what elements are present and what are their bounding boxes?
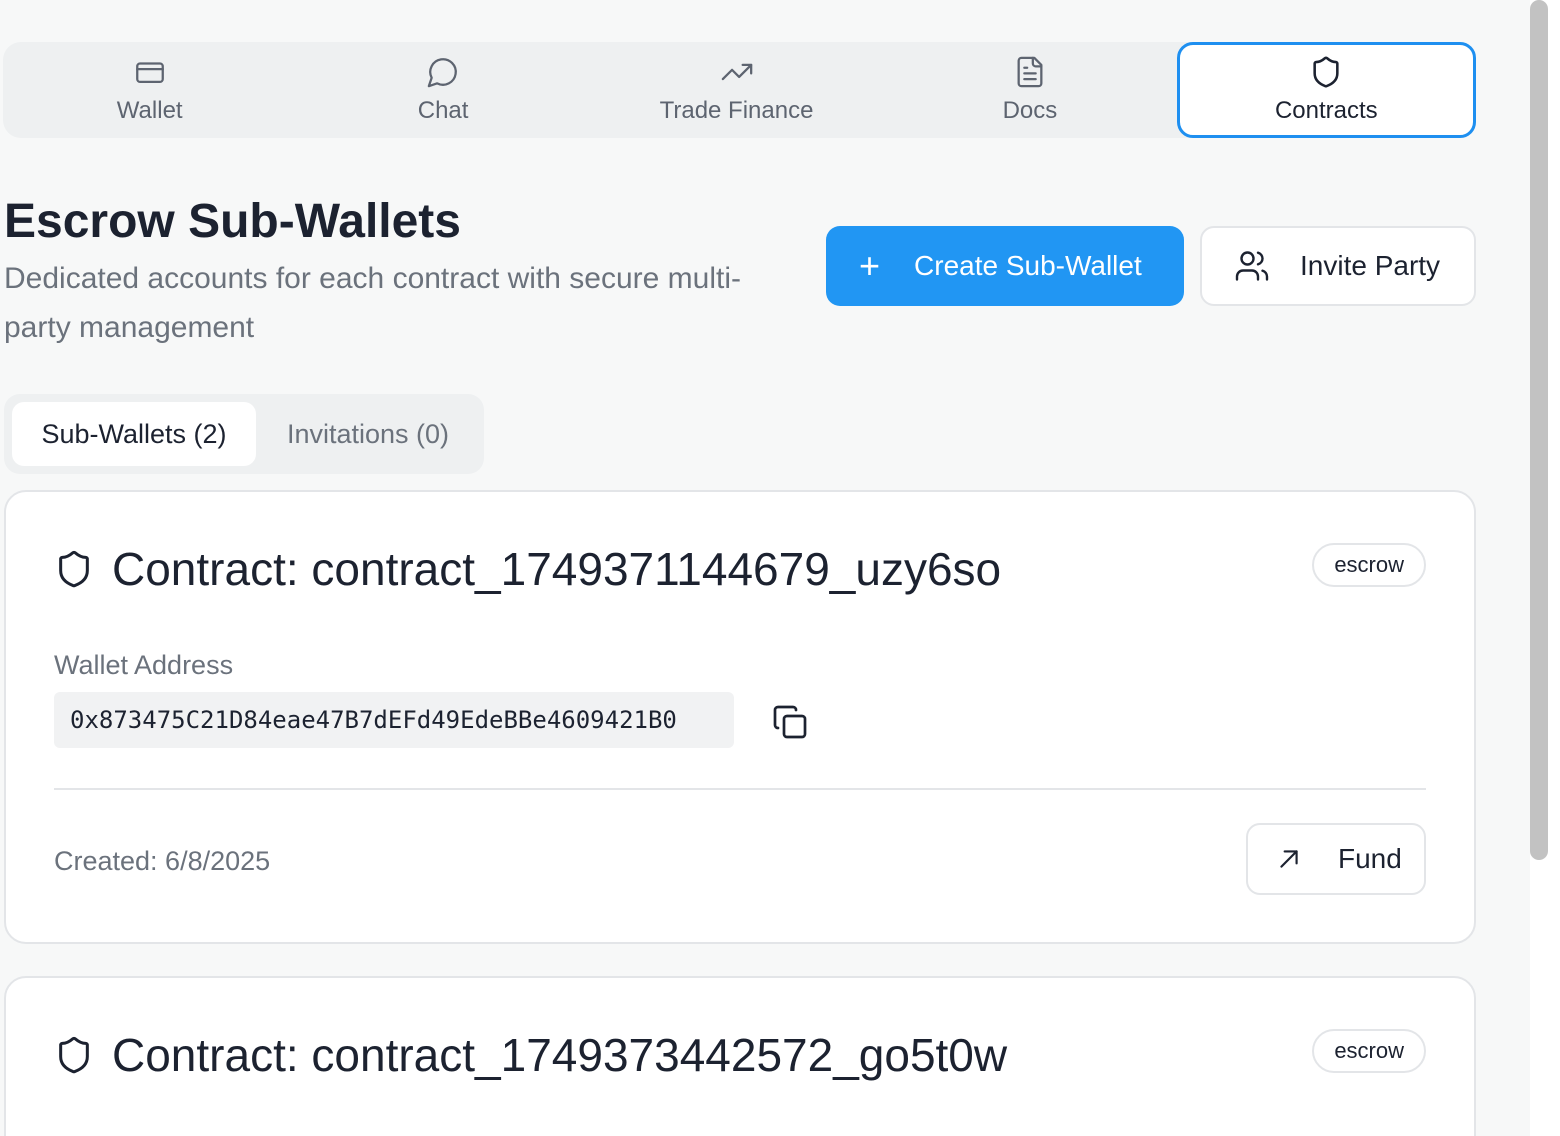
- tab-wallet-label: Wallet: [116, 97, 183, 124]
- page-title: Escrow Sub-Wallets: [4, 195, 461, 248]
- subtabs: Sub-Wallets (2) Invitations (0): [4, 394, 484, 474]
- card-title-text: Contract: contract_1749371144679_uzy6so: [112, 543, 1002, 595]
- divider: [54, 788, 1426, 790]
- wallet-address-label: Wallet Address: [54, 650, 234, 680]
- tab-docs[interactable]: Docs: [883, 42, 1176, 138]
- main-nav: Wallet Chat Trade Finance Docs Contracts: [3, 42, 1477, 138]
- tab-contracts-label: Contracts: [1274, 97, 1378, 124]
- card-title: Contract: contract_1749373442572_go5t0w: [54, 1028, 1007, 1082]
- trending-up-icon: [721, 63, 752, 81]
- card-title: Contract: contract_1749371144679_uzy6so: [54, 542, 1001, 596]
- fund-button[interactable]: Fund: [1246, 823, 1426, 895]
- tab-wallet[interactable]: Wallet: [3, 42, 296, 138]
- invite-party-button[interactable]: Invite Party: [1200, 226, 1476, 306]
- tab-invitations[interactable]: Invitations (0): [256, 402, 480, 466]
- invite-party-label: Invite Party: [1300, 250, 1441, 281]
- shield-icon: [59, 550, 89, 588]
- tab-trade-finance[interactable]: Trade Finance: [590, 42, 883, 138]
- fund-label: Fund: [1338, 843, 1402, 874]
- created-date: Created: 6/8/2025: [54, 846, 271, 876]
- chat-bubble-icon: [427, 58, 457, 88]
- status-badge: escrow: [1312, 543, 1426, 587]
- scrollbar-thumb[interactable]: [1530, 0, 1548, 860]
- tab-trade-finance-label: Trade Finance: [659, 97, 814, 124]
- create-sub-wallet-button[interactable]: + Create Sub-Wallet: [826, 226, 1184, 306]
- card-title-text: Contract: contract_1749373442572_go5t0w: [112, 1029, 1008, 1081]
- create-sub-wallet-label: Create Sub-Wallet: [914, 250, 1142, 281]
- plus-icon: +: [859, 245, 881, 286]
- shield-icon: [59, 1036, 89, 1074]
- shield-icon: [1313, 56, 1339, 88]
- status-badge: escrow: [1312, 1029, 1426, 1073]
- sub-wallet-card: Contract: contract_1749373442572_go5t0w …: [4, 976, 1476, 1136]
- document-icon: [1017, 56, 1043, 88]
- arrow-up-right-icon: [1280, 850, 1298, 868]
- tab-docs-label: Docs: [1002, 97, 1058, 124]
- tab-sub-wallets[interactable]: Sub-Wallets (2): [12, 402, 256, 466]
- wallet-address-value: 0x873475C21D84eae47B7dEFd49EdeBBe4609421…: [54, 692, 734, 748]
- users-icon: [1235, 251, 1269, 281]
- tab-chat[interactable]: Chat: [296, 42, 589, 138]
- wallet-icon: [135, 62, 164, 84]
- sub-wallet-card: Contract: contract_1749371144679_uzy6so …: [4, 490, 1476, 944]
- tab-chat-label: Chat: [417, 97, 469, 124]
- tab-contracts[interactable]: Contracts: [1176, 42, 1477, 138]
- page-subtitle: Dedicated accounts for each contract wit…: [4, 262, 742, 344]
- copy-icon[interactable]: [772, 704, 808, 740]
